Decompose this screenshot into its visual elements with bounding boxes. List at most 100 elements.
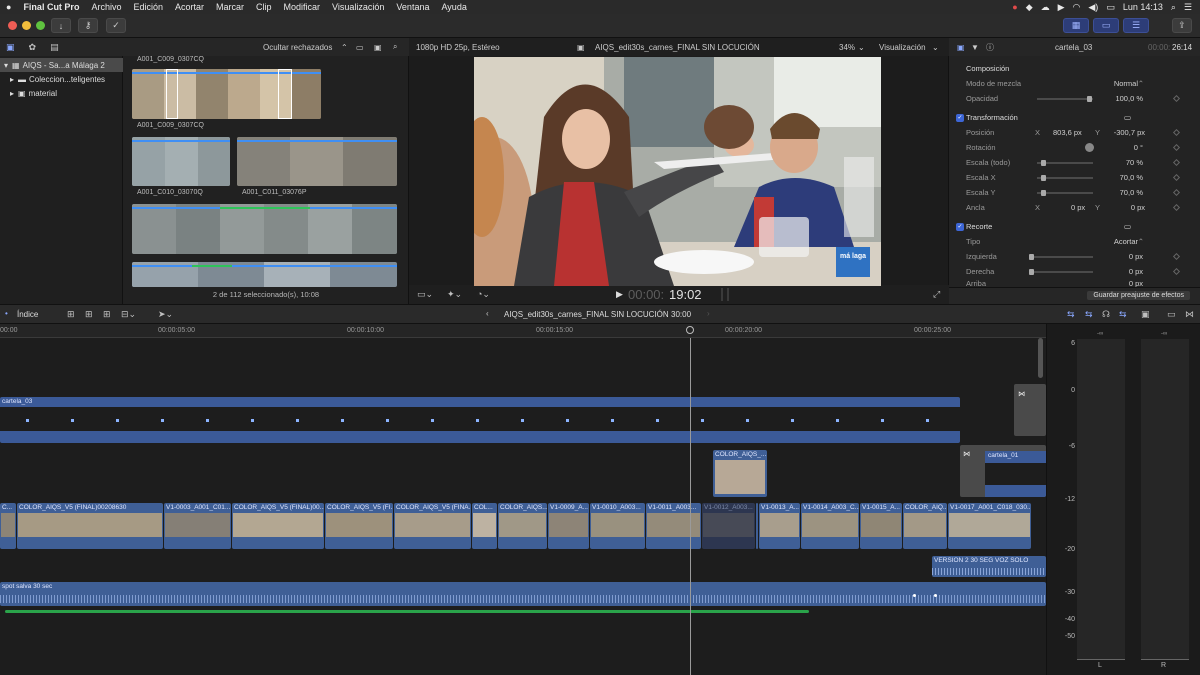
anchor-y-value[interactable]: 0 px bbox=[1131, 203, 1145, 212]
speed-icon[interactable]: ◔⌄ bbox=[477, 289, 490, 300]
transform-tool-icon[interactable]: ▭⌄ bbox=[417, 289, 433, 300]
crop-top-value[interactable]: 0 px bbox=[1129, 279, 1143, 287]
scale-all-slider[interactable] bbox=[1037, 160, 1093, 166]
storyline-clip[interactable]: COLOR_AIQS_V5 (FINA... bbox=[394, 503, 471, 549]
storyline-clip[interactable]: COLOR_AIQS_V5 (FI... bbox=[325, 503, 393, 549]
crop-type-popup[interactable]: Acortar bbox=[1114, 237, 1138, 246]
keyframe-marker[interactable] bbox=[926, 419, 929, 422]
keyword-button[interactable]: ⚷ bbox=[78, 18, 98, 33]
storyline-clip[interactable]: COLOR_AIQS_... bbox=[756, 503, 758, 549]
clock[interactable]: Lun 14:13 bbox=[1123, 2, 1163, 12]
show-browser-button[interactable]: ▦ bbox=[1063, 18, 1089, 33]
enhance-icon[interactable]: ✦⌄ bbox=[447, 289, 462, 300]
keyframe-button[interactable] bbox=[1172, 128, 1181, 137]
title-clip[interactable]: cartela_03 bbox=[0, 397, 960, 443]
share-button[interactable]: ⇪ bbox=[1172, 18, 1192, 33]
battery-icon[interactable]: ▭ bbox=[1106, 2, 1115, 13]
apple-icon[interactable]: ● bbox=[0, 2, 17, 12]
keyframe-marker[interactable] bbox=[476, 419, 479, 422]
keyframe-marker[interactable] bbox=[251, 419, 254, 422]
storyline-clip[interactable]: V1-0003_A001_C01... bbox=[164, 503, 231, 549]
filmstrip-icon[interactable]: ▣ bbox=[374, 43, 382, 52]
index-button[interactable]: Índice bbox=[17, 310, 38, 319]
audio-keyframe[interactable] bbox=[913, 594, 916, 597]
connected-clip[interactable]: COLOR_AIQS_... bbox=[713, 450, 767, 497]
menu-clip[interactable]: Clip bbox=[250, 2, 278, 12]
photos-icon[interactable]: ✿ bbox=[29, 42, 37, 53]
scale-x-value[interactable]: 70,0 % bbox=[1120, 173, 1143, 182]
keyframe-marker[interactable] bbox=[701, 419, 704, 422]
overwrite-clip-icon[interactable]: ⊟⌄ bbox=[121, 309, 136, 320]
keyframe-marker[interactable] bbox=[116, 419, 119, 422]
forward-arrow-icon[interactable]: › bbox=[707, 309, 710, 318]
video-inspector-icon[interactable]: ▣ bbox=[957, 43, 965, 52]
keyframe-marker[interactable] bbox=[341, 419, 344, 422]
wifi-icon[interactable]: ◠ bbox=[1073, 2, 1081, 13]
storyline-clip[interactable]: COLOR_AIQS_V5 (FINAL)00208630 bbox=[17, 503, 163, 549]
libraries-icon[interactable]: ▣ bbox=[6, 42, 15, 53]
storyline-clip[interactable]: V1-0010_A003... bbox=[590, 503, 645, 549]
keyframe-button[interactable] bbox=[1172, 94, 1181, 103]
clip-thumbnail[interactable] bbox=[132, 204, 397, 254]
play-icon[interactable]: ▶ bbox=[616, 289, 623, 300]
storyline-clip[interactable]: V1-0015_A... bbox=[860, 503, 902, 549]
volume-icon[interactable]: ◀) bbox=[1088, 2, 1098, 13]
keyframe-marker[interactable] bbox=[431, 419, 434, 422]
keyframe-button[interactable] bbox=[1172, 267, 1181, 276]
menu-app[interactable]: Final Cut Pro bbox=[17, 2, 85, 12]
clip-thumbnail[interactable] bbox=[132, 137, 230, 186]
play-status-icon[interactable]: ▶ bbox=[1058, 2, 1065, 13]
menu-archivo[interactable]: Archivo bbox=[85, 2, 127, 12]
chevron-updown-icon[interactable]: ⌃ bbox=[1138, 79, 1144, 88]
info-icon[interactable]: ⓘ bbox=[986, 42, 994, 53]
keyframe-marker[interactable] bbox=[71, 419, 74, 422]
transitions-icon[interactable]: ⋈ bbox=[1185, 309, 1194, 320]
storyline-clip[interactable]: COL... bbox=[472, 503, 497, 549]
menu-visualizacion[interactable]: Visualización bbox=[326, 2, 390, 12]
background-tasks-button[interactable]: ✓ bbox=[106, 18, 126, 33]
insert-clip-icon[interactable]: ⊞ bbox=[85, 309, 93, 320]
cloud-icon[interactable]: ☁ bbox=[1041, 2, 1050, 13]
position-x-value[interactable]: 803,6 px bbox=[1053, 128, 1082, 137]
keyframe-marker[interactable] bbox=[881, 419, 884, 422]
keyframe-marker[interactable] bbox=[26, 419, 29, 422]
keyframe-marker[interactable] bbox=[656, 419, 659, 422]
opacity-value[interactable]: 100,0 % bbox=[1115, 94, 1143, 103]
filter-popup[interactable]: Ocultar rechazados bbox=[263, 43, 332, 52]
scale-y-slider[interactable] bbox=[1037, 190, 1093, 196]
section-recorte[interactable]: ✓ Recorte ▭ bbox=[949, 219, 1200, 234]
crop-right-value[interactable]: 0 px bbox=[1129, 267, 1143, 276]
opacity-slider[interactable] bbox=[1037, 96, 1093, 102]
library-item-material[interactable]: ▸ ▣ material bbox=[0, 86, 123, 100]
rotation-value[interactable]: 0 ° bbox=[1134, 143, 1143, 152]
keyframe-button[interactable] bbox=[1172, 173, 1181, 182]
clip-thumbnail[interactable] bbox=[132, 69, 321, 119]
blend-mode-popup[interactable]: Normal bbox=[1114, 79, 1138, 88]
keyframe-marker[interactable] bbox=[386, 419, 389, 422]
menu-marcar[interactable]: Marcar bbox=[210, 2, 250, 12]
transform-onscreen-icon[interactable]: ▭ bbox=[1124, 113, 1131, 122]
minimize-window-button[interactable] bbox=[22, 21, 31, 30]
keyframe-marker[interactable] bbox=[791, 419, 794, 422]
storyline-clip[interactable]: C... bbox=[0, 503, 16, 549]
scale-all-value[interactable]: 70 % bbox=[1126, 158, 1143, 167]
section-composicion[interactable]: Composición bbox=[949, 61, 1200, 76]
transform-checkbox[interactable]: ✓ bbox=[956, 113, 964, 122]
storyline-clip[interactable]: COLOR_AIQ... bbox=[903, 503, 947, 549]
title-clip-grey[interactable]: ⋈ bbox=[1014, 384, 1046, 436]
filter-inspector-icon[interactable]: ▼ bbox=[971, 43, 979, 52]
disclosure-open-icon[interactable]: ▾ bbox=[4, 61, 8, 70]
storyline-clip[interactable]: V1-0012_A003... bbox=[702, 503, 755, 549]
library-item-smart-collections[interactable]: ▸ ▬ Coleccion...teligentes bbox=[0, 72, 123, 86]
chevron-down-icon[interactable]: ⌄ bbox=[932, 43, 939, 52]
list-icon[interactable]: ☰ bbox=[1184, 2, 1192, 13]
timeline-ruler[interactable]: 00:00 00:00:05:00 00:00:10:00 00:00:15:0… bbox=[0, 324, 1046, 338]
storyline-clip[interactable]: V1-0011_A003... bbox=[646, 503, 701, 549]
storyline-clip[interactable]: COLOR_AIQS... bbox=[498, 503, 547, 549]
crop-right-slider[interactable] bbox=[1029, 269, 1093, 275]
zoom-popup[interactable]: 34% bbox=[839, 43, 855, 52]
clip-appearance-icon[interactable]: ▭ bbox=[356, 43, 364, 52]
save-preset-button[interactable]: Guardar preajuste de efectos bbox=[1087, 291, 1190, 300]
select-tool-icon[interactable]: ➤⌄ bbox=[158, 309, 173, 320]
section-transformacion[interactable]: ✓ Transformación ▭ bbox=[949, 110, 1200, 125]
